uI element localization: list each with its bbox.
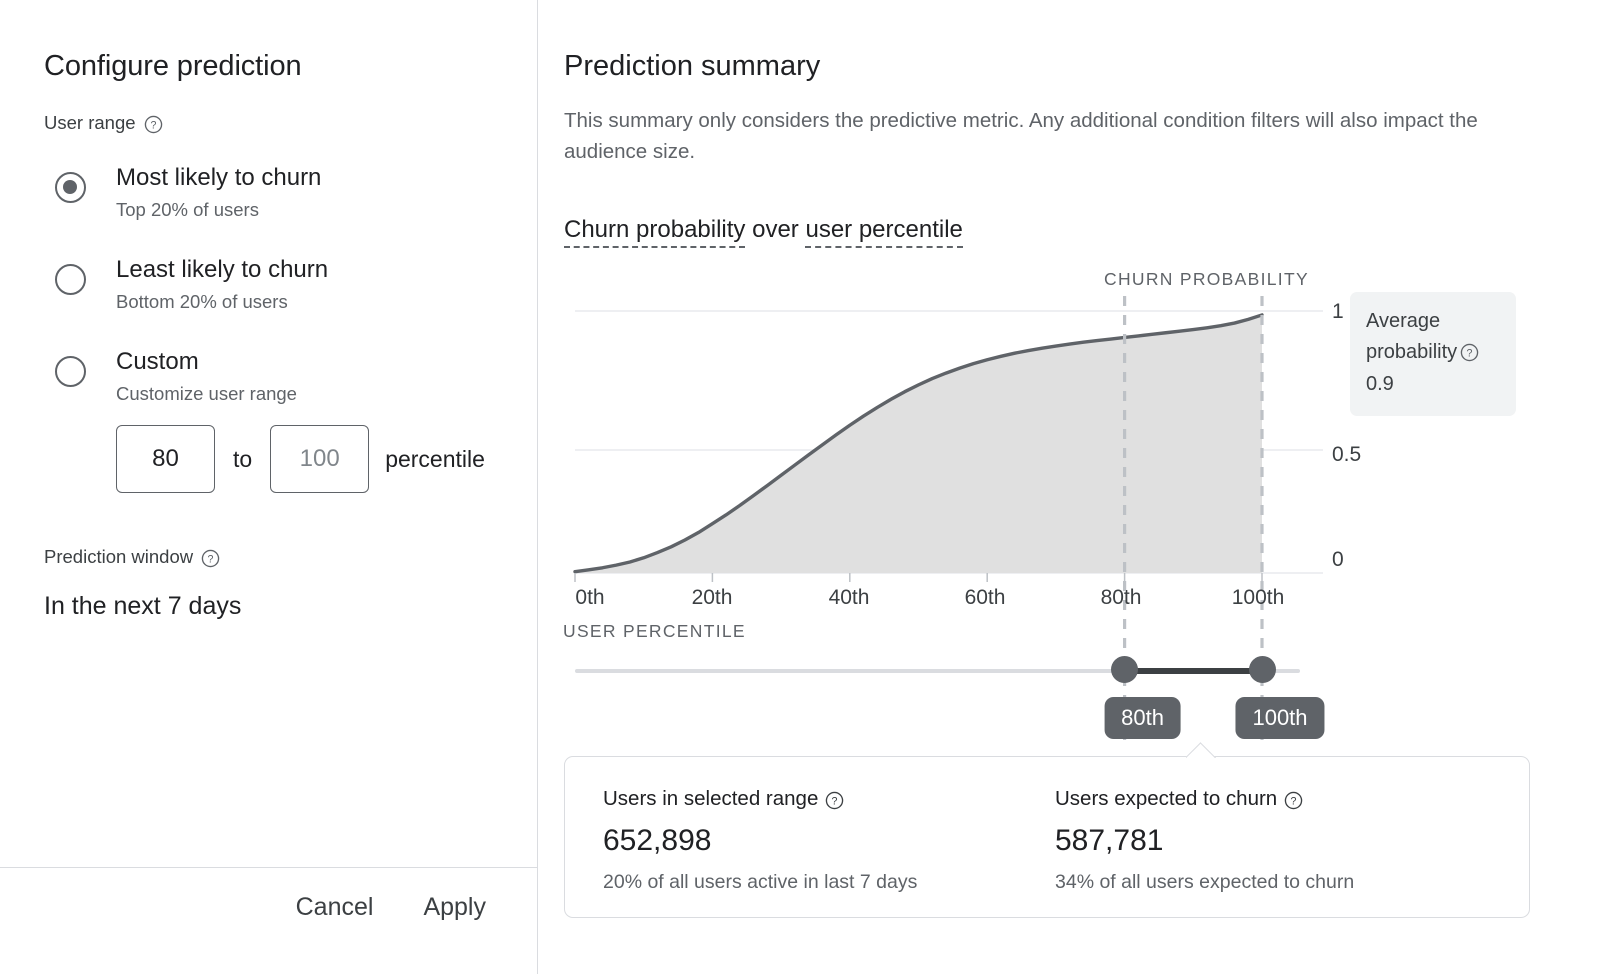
percentile-unit-label: percentile [385,446,485,473]
slider-active-range[interactable] [1125,668,1262,674]
radio-indicator[interactable] [55,356,86,387]
configure-prediction-panel: Configure prediction User range ? Most l… [0,0,538,974]
average-probability-label-text: Average probability [1366,310,1457,363]
chart-title-dimension: user percentile [805,216,962,248]
metric-value: 587,781 [1055,824,1354,858]
radio-option-subtitle: Customize user range [116,380,297,408]
svg-text:?: ? [1291,795,1297,807]
help-circle-icon[interactable]: ? [1460,343,1479,362]
metrics-card: Users in selected range ? 652,898 20% of… [564,756,1530,918]
page-title: Configure prediction [44,50,302,83]
radio-option-text: Custom Customize user range [116,347,297,408]
percentile-to-input[interactable] [270,425,369,493]
slider-value-bubble-high: 100th [1235,697,1324,739]
radio-option-text: Most likely to churn Top 20% of users [116,163,321,224]
custom-percentile-range-row: to percentile [116,425,485,493]
help-circle-icon[interactable]: ? [201,549,220,568]
x-tick-label-60th: 60th [965,586,1006,610]
prediction-summary-panel: Prediction summary This summary only con… [538,0,1600,974]
metric-label: Users in selected range ? [603,787,917,811]
range-to-label: to [233,446,252,473]
average-probability-callout: Average probability? 0.9 [1350,292,1516,416]
svg-text:?: ? [1467,347,1473,359]
prediction-dialog: Configure prediction User range ? Most l… [0,0,1600,974]
radio-option-title: Most likely to churn [116,163,321,193]
radio-option-title: Least likely to churn [116,255,328,285]
average-probability-value: 0.9 [1366,369,1500,400]
y-axis-title: CHURN PROBABILITY [1104,269,1309,290]
radio-option-text: Least likely to churn Bottom 20% of user… [116,255,328,316]
chart-title-connector: over [752,216,799,243]
user-range-label: User range ? [44,112,163,134]
help-circle-icon[interactable]: ? [144,115,163,134]
metric-label-text: Users in selected range [603,787,818,811]
chart-gridlines [575,311,1323,573]
radio-option-subtitle: Bottom 20% of users [116,288,328,316]
x-tick-label-80th: 80th [1101,586,1142,610]
metric-value: 652,898 [603,824,917,858]
svg-text:?: ? [832,795,838,807]
slider-handle-low[interactable] [1111,656,1138,683]
prediction-window-value: In the next 7 days [44,592,241,621]
metric-label: Users expected to churn ? [1055,787,1354,811]
y-tick-label-0: 0 [1332,548,1344,572]
metric-users-in-selected-range: Users in selected range ? 652,898 20% of… [603,787,917,894]
x-tick-label-40th: 40th [829,586,870,610]
apply-button[interactable]: Apply [409,885,500,930]
x-axis-title: USER PERCENTILE [563,621,746,642]
x-tick-label-20th: 20th [692,586,733,610]
chart-title-metric: Churn probability [564,216,745,248]
radio-option-subtitle: Top 20% of users [116,196,321,224]
y-tick-label-0.5: 0.5 [1332,443,1361,467]
radio-option-title: Custom [116,347,297,377]
help-circle-icon[interactable]: ? [825,791,844,810]
average-probability-label: Average probability? [1366,306,1500,368]
x-tick-label-0th: 0th [575,586,604,610]
dialog-actions: Cancel Apply [282,885,500,930]
prediction-window-label-text: Prediction window [44,546,193,568]
summary-title: Prediction summary [564,50,820,83]
svg-text:?: ? [208,553,214,565]
summary-description: This summary only considers the predicti… [564,105,1524,167]
user-range-label-text: User range [44,112,136,134]
prediction-window-label: Prediction window ? [44,546,220,568]
slider-value-bubble-low: 80th [1104,697,1181,739]
x-axis-tickmarks [575,573,1262,582]
metric-subtext: 20% of all users active in last 7 days [603,871,917,894]
metric-label-text: Users expected to churn [1055,787,1277,811]
chart-title: Churn probability over user percentile [564,216,963,244]
card-pointer-notch [1186,742,1216,758]
help-circle-icon[interactable]: ? [1284,791,1303,810]
percentile-from-input[interactable] [116,425,215,493]
slider-handle-high[interactable] [1249,656,1276,683]
metric-subtext: 34% of all users expected to churn [1055,871,1354,894]
radio-indicator[interactable] [55,264,86,295]
x-tick-label-100th: 100th [1232,586,1285,610]
y-tick-label-1: 1 [1332,300,1344,324]
metric-users-expected-to-churn: Users expected to churn ? 587,781 34% of… [1055,787,1354,894]
svg-text:?: ? [150,119,156,131]
footer-divider [0,867,537,868]
user-percentile-range-slider[interactable] [575,667,1300,675]
cancel-button[interactable]: Cancel [282,885,388,930]
radio-indicator[interactable] [55,172,86,203]
